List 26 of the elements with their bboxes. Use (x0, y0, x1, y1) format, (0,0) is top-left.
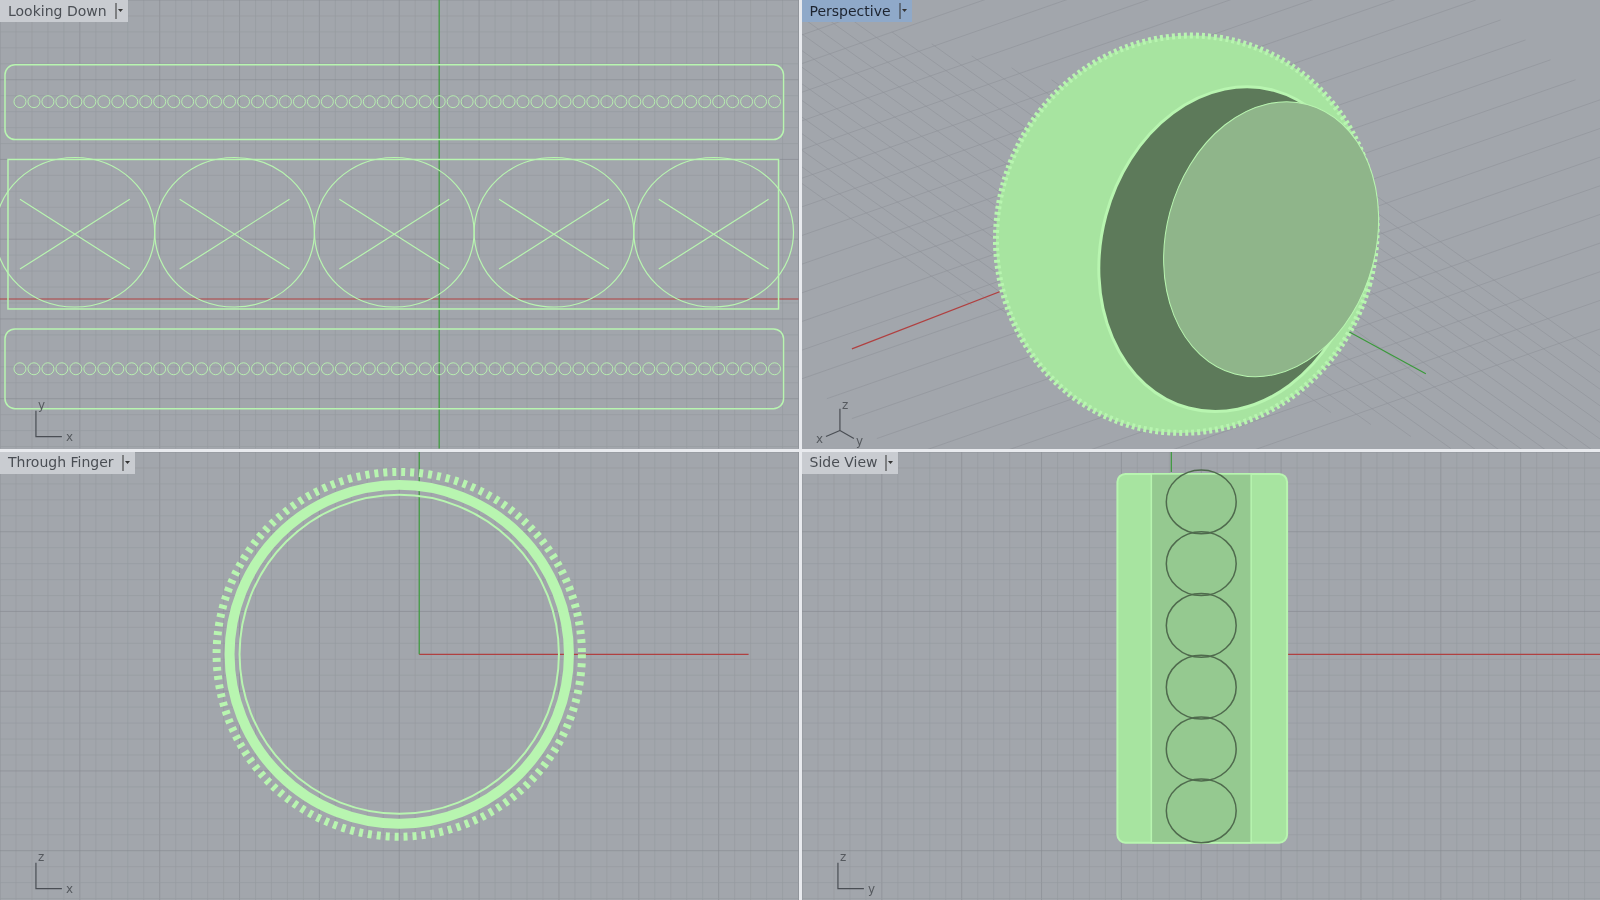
axis-label: y (867, 881, 875, 895)
viewport-title-tab[interactable]: Looking Down (0, 0, 128, 22)
viewport-panel[interactable]: Looking Down y x (0, 0, 799, 449)
viewport-panel[interactable]: Perspective z x y (801, 0, 1600, 449)
viewport-title-tab[interactable]: Perspective (801, 0, 912, 22)
axis-gizmo-icon (35, 410, 63, 438)
viewport-title-tab[interactable]: Through Finger (0, 451, 135, 474)
caret-icon (121, 454, 131, 471)
axis-label: x (65, 429, 73, 444)
axis-label: y (855, 433, 863, 448)
axis-label: x (65, 881, 73, 895)
axis-gizmo-icon (836, 861, 864, 889)
axis-label: z (37, 849, 45, 864)
viewport-panel[interactable]: Side View z y (801, 451, 1600, 900)
caret-icon (114, 3, 124, 19)
axis-label: z (841, 397, 848, 412)
y-axis-line (1170, 451, 1172, 473)
viewport-panel[interactable]: Through Finger z x (0, 451, 799, 900)
axis-label: x (815, 431, 823, 446)
axis-label: y (37, 397, 45, 412)
viewport-title-tab[interactable]: Side View (801, 451, 899, 474)
axis-gizmo-icon (824, 408, 854, 440)
caret-icon (898, 3, 908, 19)
axis-label: z (839, 849, 846, 864)
axis-gizmo-icon (35, 861, 63, 889)
caret-icon (885, 454, 895, 471)
